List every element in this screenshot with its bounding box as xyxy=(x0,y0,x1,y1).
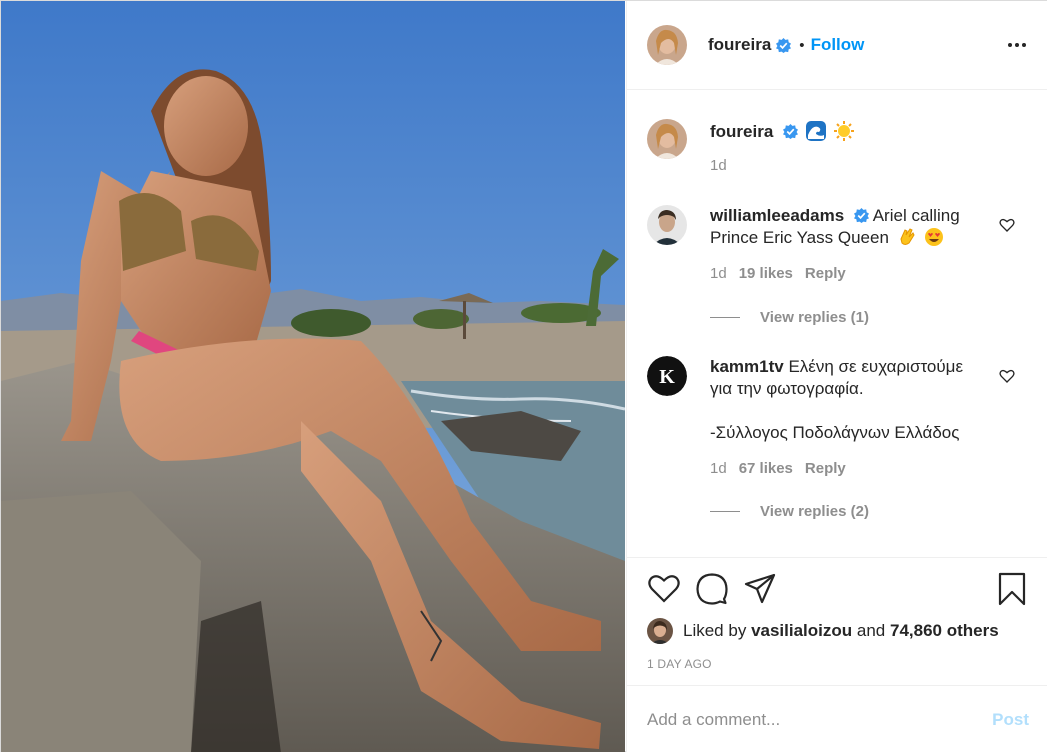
post-actions: Liked by vasilialoizou and 74,860 others… xyxy=(627,557,1047,685)
view-replies-button[interactable]: View replies (2) xyxy=(710,503,869,520)
post-header: foureira • Follow xyxy=(627,1,1047,90)
comment-text-line3: -Σύλλογος Ποδολάγνων Ελλάδος xyxy=(710,423,960,442)
follow-button[interactable]: Follow xyxy=(811,35,865,55)
comment-username[interactable]: kamm1tv xyxy=(710,357,784,376)
verified-badge-icon xyxy=(783,124,799,139)
caption-author-avatar[interactable] xyxy=(647,119,687,159)
comment-likes[interactable]: 19 likes xyxy=(739,263,793,285)
verified-badge-icon xyxy=(853,208,869,223)
replies-divider xyxy=(710,511,740,512)
like-comment-icon[interactable] xyxy=(999,368,1015,384)
view-replies-label: View replies (2) xyxy=(760,503,869,520)
clapping-hands-emoji-icon xyxy=(897,227,917,247)
comment-text-line1: Ariel calling xyxy=(872,206,960,225)
comment-likes[interactable]: 67 likes xyxy=(739,458,793,480)
reply-button[interactable]: Reply xyxy=(805,263,846,285)
comment-username[interactable]: williamleeadams xyxy=(710,206,844,225)
author-username[interactable]: foureira xyxy=(708,35,771,55)
wave-emoji-icon xyxy=(805,121,826,141)
comment-text-line2: για την φωτογραφία. xyxy=(710,379,864,398)
add-comment-bar: Post xyxy=(627,685,1047,752)
share-paper-plane-icon[interactable] xyxy=(743,572,777,606)
view-replies-label: View replies (1) xyxy=(760,309,869,326)
view-replies-button[interactable]: View replies (1) xyxy=(710,309,869,326)
heart-eyes-emoji-icon xyxy=(924,227,944,247)
caption-time[interactable]: 1d xyxy=(710,155,727,177)
comment-time[interactable]: 1d xyxy=(710,458,727,480)
author-avatar[interactable] xyxy=(647,25,687,65)
separator-dot: • xyxy=(799,36,805,54)
liker-avatar[interactable] xyxy=(647,618,673,644)
caption-username[interactable]: foureira xyxy=(710,122,773,141)
verified-badge-icon xyxy=(776,37,792,53)
comment-bubble-icon[interactable] xyxy=(695,572,729,606)
post-dialog: foureira • Follow foureira 1d williamlee… xyxy=(0,0,1047,752)
comment-text-line2: Prince Eric Yass Queen xyxy=(710,228,889,247)
comment-text-line1: Ελένη σε ευχαριστούμε xyxy=(788,357,964,376)
post-timestamp[interactable]: 1 DAY AGO xyxy=(647,657,712,671)
liked-and: and xyxy=(856,621,886,640)
commenter-avatar[interactable]: K xyxy=(647,356,687,396)
save-bookmark-icon[interactable] xyxy=(995,572,1029,606)
post-image xyxy=(1,1,625,752)
sun-emoji-icon xyxy=(833,121,854,141)
likes-count[interactable]: 74,860 others xyxy=(890,621,999,640)
comment-item: K kamm1tv Ελένη σε ευχαριστούμε για την … xyxy=(647,356,1029,536)
comment-time[interactable]: 1d xyxy=(710,263,727,285)
likes-summary: Liked by vasilialoizou and 74,860 others xyxy=(647,618,999,644)
add-comment-input[interactable] xyxy=(647,709,993,730)
post-side-panel: foureira • Follow foureira 1d williamlee… xyxy=(626,1,1047,752)
post-photo[interactable] xyxy=(1,1,625,752)
like-heart-icon[interactable] xyxy=(647,572,681,606)
svg-text:K: K xyxy=(659,366,675,388)
reply-button[interactable]: Reply xyxy=(805,458,846,480)
commenter-avatar[interactable] xyxy=(647,205,687,245)
comments-list[interactable]: foureira 1d williamleeadams Ariel callin… xyxy=(627,91,1047,557)
post-comment-button[interactable]: Post xyxy=(992,710,1029,730)
caption: foureira 1d xyxy=(647,119,1029,189)
more-options-icon[interactable] xyxy=(1005,33,1029,57)
liker-username[interactable]: vasilialoizou xyxy=(751,621,852,640)
comment-item: williamleeadams Ariel calling Prince Eri… xyxy=(647,205,1029,335)
liked-by-prefix: Liked by xyxy=(683,621,747,640)
like-comment-icon[interactable] xyxy=(999,217,1015,233)
replies-divider xyxy=(710,317,740,318)
